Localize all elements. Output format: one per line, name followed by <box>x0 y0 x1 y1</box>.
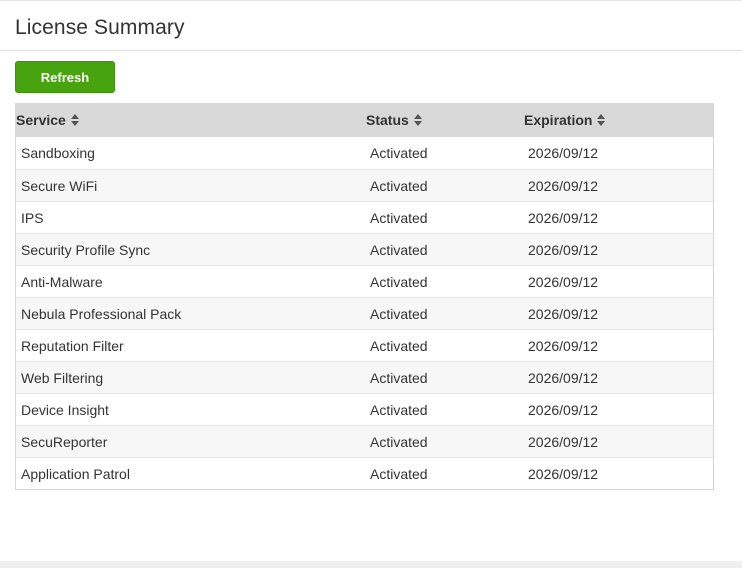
table-row[interactable]: Anti-Malware Activated 2026/09/12 <box>16 265 713 297</box>
cell-expiration: 2026/09/12 <box>528 210 599 226</box>
column-header-service[interactable]: Service <box>16 103 79 137</box>
cell-status: Activated <box>370 210 428 226</box>
cell-service: Security Profile Sync <box>21 242 151 258</box>
table-row[interactable]: Application Patrol Activated 2026/09/12 <box>16 457 713 489</box>
table-row[interactable]: Nebula Professional Pack Activated 2026/… <box>16 297 713 329</box>
cell-service: Anti-Malware <box>21 274 103 290</box>
cell-status: Activated <box>370 338 428 354</box>
cell-status: Activated <box>370 306 428 322</box>
sort-updown-icon <box>413 114 422 126</box>
cell-expiration: 2026/09/12 <box>528 338 599 354</box>
table-row[interactable]: IPS Activated 2026/09/12 <box>16 201 713 233</box>
cell-expiration: 2026/09/12 <box>528 178 599 194</box>
cell-expiration: 2026/09/12 <box>528 274 599 290</box>
cell-service: Web Filtering <box>21 370 104 386</box>
table-row[interactable]: Secure WiFi Activated 2026/09/12 <box>16 169 713 201</box>
cell-service: Secure WiFi <box>21 178 98 194</box>
table-header: Service Status Expiration <box>16 103 713 137</box>
cell-expiration: 2026/09/12 <box>528 402 599 418</box>
cell-expiration: 2026/09/12 <box>528 242 599 258</box>
cell-status: Activated <box>370 466 428 482</box>
cell-service: SecuReporter <box>21 434 108 450</box>
table-row[interactable]: Reputation Filter Activated 2026/09/12 <box>16 329 713 361</box>
column-header-label: Expiration <box>524 112 593 128</box>
table-row[interactable]: Sandboxing Activated 2026/09/12 <box>16 137 713 169</box>
cell-expiration: 2026/09/12 <box>528 466 599 482</box>
column-header-expiration[interactable]: Expiration <box>524 103 606 137</box>
cell-expiration: 2026/09/12 <box>528 145 599 161</box>
cell-service: Nebula Professional Pack <box>21 306 182 322</box>
cell-status: Activated <box>370 145 428 161</box>
sort-updown-icon <box>70 114 79 126</box>
cell-service: Device Insight <box>21 402 109 418</box>
column-header-status[interactable]: Status <box>366 103 422 137</box>
table-body: Sandboxing Activated 2026/09/12 Secure W… <box>16 137 713 489</box>
column-header-label: Status <box>366 112 409 128</box>
column-header-label: Service <box>16 112 66 128</box>
bottom-bar <box>0 561 742 568</box>
cell-status: Activated <box>370 242 428 258</box>
cell-status: Activated <box>370 402 428 418</box>
cell-status: Activated <box>370 370 428 386</box>
cell-service: IPS <box>21 210 44 226</box>
cell-expiration: 2026/09/12 <box>528 306 599 322</box>
sort-updown-icon <box>597 114 606 126</box>
cell-status: Activated <box>370 178 428 194</box>
cell-status: Activated <box>370 434 428 450</box>
cell-status: Activated <box>370 274 428 290</box>
cell-service: Reputation Filter <box>21 338 124 354</box>
table-row[interactable]: Web Filtering Activated 2026/09/12 <box>16 361 713 393</box>
table-row[interactable]: Device Insight Activated 2026/09/12 <box>16 393 713 425</box>
license-table: Service Status Expiration Sandboxing Act… <box>15 103 714 490</box>
page-title: License Summary <box>15 16 185 39</box>
table-row[interactable]: SecuReporter Activated 2026/09/12 <box>16 425 713 457</box>
cell-service: Application Patrol <box>21 466 130 482</box>
table-row[interactable]: Security Profile Sync Activated 2026/09/… <box>16 233 713 265</box>
page-header: License Summary <box>0 1 742 51</box>
cell-expiration: 2026/09/12 <box>528 370 599 386</box>
license-summary-page: License Summary Refresh Service Status E… <box>0 0 742 568</box>
cell-expiration: 2026/09/12 <box>528 434 599 450</box>
cell-service: Sandboxing <box>21 145 95 161</box>
refresh-button[interactable]: Refresh <box>15 61 115 93</box>
